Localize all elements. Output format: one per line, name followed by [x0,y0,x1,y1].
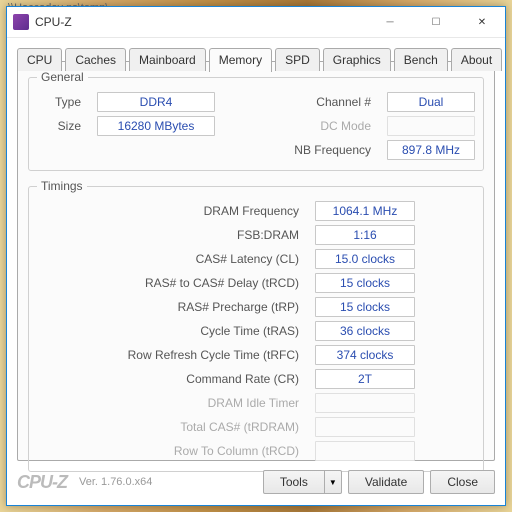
channel-label: Channel # [223,95,379,109]
timing-label: FSB:DRAM [37,228,307,242]
tab-memory[interactable]: Memory [209,48,272,72]
timings-legend: Timings [37,179,87,193]
tab-bench[interactable]: Bench [394,48,448,71]
timing-label: Command Rate (CR) [37,372,307,386]
tab-about[interactable]: About [451,48,502,71]
tools-dropdown-icon[interactable]: ▼ [325,470,342,494]
timing-label: Row To Column (tRCD) [37,444,307,458]
size-value: 16280 MBytes [97,116,215,136]
timing-label: Row Refresh Cycle Time (tRFC) [37,348,307,362]
timing-value: 15 clocks [315,273,415,293]
nbfreq-value: 897.8 MHz [387,140,475,160]
app-icon [13,14,29,30]
titlebar[interactable]: CPU-Z ─ ☐ ✕ [7,7,505,38]
tab-caches[interactable]: Caches [65,48,126,71]
timing-label: CAS# Latency (CL) [37,252,307,266]
nbfreq-label: NB Frequency [223,143,379,157]
timing-value: 1:16 [315,225,415,245]
tab-strip: CPUCachesMainboardMemorySPDGraphicsBench… [7,38,505,71]
timing-value: 2T [315,369,415,389]
dcmode-value [387,116,475,136]
brand-logo: CPU-Z [17,472,67,493]
tab-cpu[interactable]: CPU [17,48,62,71]
dcmode-label: DC Mode [223,119,379,133]
general-legend: General [37,70,88,84]
timing-value: 1064.1 MHz [315,201,415,221]
tab-spd[interactable]: SPD [275,48,320,71]
timing-label: DRAM Frequency [37,204,307,218]
minimize-button[interactable]: ─ [367,7,413,37]
validate-button[interactable]: Validate [348,470,424,494]
timing-label: DRAM Idle Timer [37,396,307,410]
type-label: Type [37,95,89,109]
general-group: General Type DDR4 Channel # Dual Size 16… [28,70,484,171]
timing-label: Cycle Time (tRAS) [37,324,307,338]
maximize-button[interactable]: ☐ [413,7,459,37]
timing-value: 15.0 clocks [315,249,415,269]
timing-value [315,441,415,461]
window-title: CPU-Z [35,15,367,29]
version-text: Ver. 1.76.0.x64 [79,476,257,488]
footer: CPU-Z Ver. 1.76.0.x64 Tools ▼ Validate C… [17,467,495,497]
timing-label: RAS# to CAS# Delay (tRCD) [37,276,307,290]
close-app-button[interactable]: Close [430,470,495,494]
size-label: Size [37,119,89,133]
tab-content-memory: General Type DDR4 Channel # Dual Size 16… [17,61,495,461]
type-value: DDR4 [97,92,215,112]
tab-graphics[interactable]: Graphics [323,48,391,71]
timing-label: RAS# Precharge (tRP) [37,300,307,314]
timings-group: Timings DRAM Frequency 1064.1 MHz FSB:DRAM… [28,179,484,472]
tools-button[interactable]: Tools [263,470,325,494]
channel-value: Dual [387,92,475,112]
timing-label: Total CAS# (tRDRAM) [37,420,307,434]
timing-value: 36 clocks [315,321,415,341]
tab-mainboard[interactable]: Mainboard [129,48,206,71]
timing-value: 374 clocks [315,345,415,365]
close-button[interactable]: ✕ [459,7,505,37]
timing-value [315,393,415,413]
timing-value: 15 clocks [315,297,415,317]
timing-value [315,417,415,437]
app-window: CPU-Z ─ ☐ ✕ CPUCachesMainboardMemorySPDG… [6,6,506,506]
